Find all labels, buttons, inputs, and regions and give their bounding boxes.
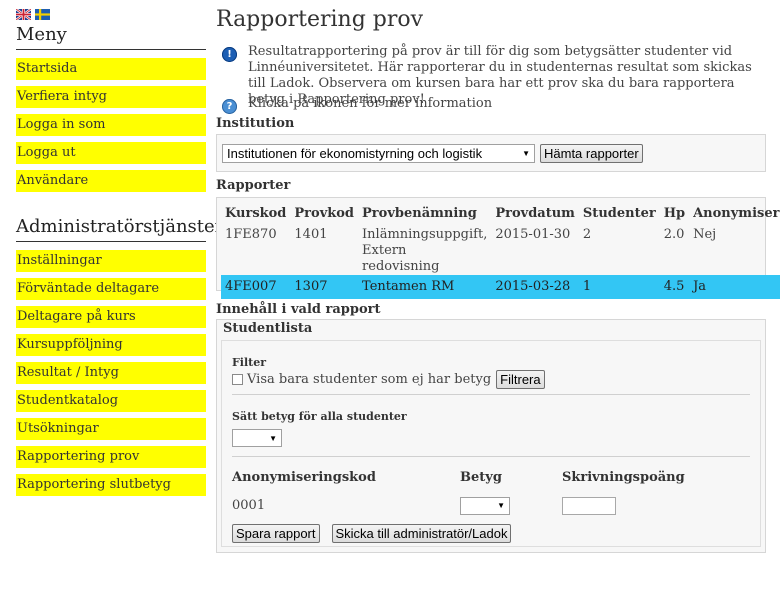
reports-header-row: Kurskod Provkod Provbenämning Provdatum …	[221, 201, 780, 225]
institution-select-value: Institutionen för ekonomistyrning och lo…	[227, 145, 483, 161]
menu-item-rapportering-prov[interactable]: Rapportering prov	[16, 446, 206, 468]
col-anonymiseringskod: Anonymiseringskod	[232, 470, 376, 485]
col-provkod: Provkod	[294, 205, 355, 221]
col-betyg: Betyg	[460, 470, 502, 485]
save-report-button[interactable]: Spara rapport	[232, 524, 320, 543]
divider	[232, 394, 750, 395]
menu-item-utsokningar[interactable]: Utsökningar	[16, 418, 206, 440]
cell-provdatum: 2015-03-28	[491, 275, 579, 299]
info-message: ! Resultatrapportering på prov är till f…	[222, 44, 766, 107]
sidebar: Meny Startsida Verfiera intyg Logga in s…	[16, 6, 223, 502]
unrated-only-checkbox[interactable]	[232, 373, 243, 385]
cell-provbenamning: Tentamen RM	[358, 275, 492, 299]
report-content-label: Innehåll i vald rapport	[216, 302, 381, 317]
menu-item-studentkatalog[interactable]: Studentkatalog	[16, 390, 206, 412]
menu-item-anvandare[interactable]: Användare	[16, 170, 206, 192]
cell-kurskod: 1FE870	[225, 227, 277, 242]
send-to-ladok-button[interactable]: Skicka till administratör/Ladok	[331, 524, 512, 543]
grade-select[interactable]: ▼	[460, 496, 510, 515]
reports-table: Kurskod Provkod Provbenämning Provdatum …	[221, 201, 780, 299]
menu-item-logga-ut[interactable]: Logga ut	[16, 142, 206, 164]
col-kurskod: Kurskod	[225, 205, 287, 221]
cell-provdatum: 2015-01-30	[495, 227, 571, 242]
grade-cell: ▼	[460, 496, 562, 515]
set-grade-all-row: ▼	[232, 429, 750, 451]
reports-panel: Kurskod Provkod Provbenämning Provdatum …	[216, 197, 780, 299]
cell-anonymiserad: Nej	[693, 227, 717, 242]
filter-label: Filter	[232, 356, 267, 369]
chevron-down-icon: ▼	[269, 433, 277, 443]
divider	[232, 456, 750, 457]
col-studenter: Studenter	[582, 205, 656, 221]
exclamation-icon: !	[222, 47, 237, 62]
report-content-panel: Studentlista Filter Visa bara studenter …	[216, 319, 766, 553]
student-code: 0001	[232, 498, 266, 513]
cell-studenter: 2	[582, 227, 592, 242]
uk-flag-icon[interactable]	[16, 8, 31, 20]
filter-button[interactable]: Filtrera	[496, 369, 545, 389]
menu-item-rapportering-slutbetyg[interactable]: Rapportering slutbetyg	[16, 474, 206, 496]
menu-heading: Meny	[16, 22, 206, 50]
fetch-reports-button[interactable]: Hämta rapporter	[540, 143, 643, 163]
filter-row: Visa bara studenter som ej har betyg Fil…	[232, 369, 750, 389]
institution-panel: Institutionen för ekonomistyrning och lo…	[216, 134, 766, 172]
cell-hp: 2.0	[663, 227, 685, 242]
cell-hp: 4.5	[659, 275, 690, 299]
student-table-header: Anonymiseringskod Betyg Skrivningspoäng	[232, 470, 750, 486]
cell-kurskod: 4FE007	[221, 275, 291, 299]
menu-item-installningar[interactable]: Inställningar	[16, 250, 206, 272]
swedish-flag-icon[interactable]	[35, 8, 50, 20]
cell-provbenamning-line2: Extern redovisning	[362, 243, 440, 274]
col-anonymiserad: Anonymiserad	[693, 205, 780, 221]
cell-provbenamning-line1: Inlämningsuppgift,	[362, 227, 488, 242]
cell-studenter: 1	[578, 275, 660, 299]
menu-item-resultat-intyg[interactable]: Resultat / Intyg	[16, 362, 206, 384]
main-content: Rapportering prov ! Resultatrapportering…	[216, 0, 780, 553]
score-input[interactable]	[562, 496, 616, 515]
cell-anonymiserad: Ja	[689, 275, 780, 299]
cell-provbenamning: Inlämningsuppgift, Extern redovisning	[358, 225, 491, 275]
studentlista-box: Filter Visa bara studenter som ej har be…	[221, 340, 761, 547]
chevron-down-icon: ▼	[522, 148, 530, 158]
menu-item-kursuppfoljning[interactable]: Kursuppföljning	[16, 334, 206, 356]
col-provdatum: Provdatum	[495, 205, 575, 221]
admin-heading: Administratörstjänster	[16, 214, 223, 242]
studentlista-heading: Studentlista	[223, 321, 313, 336]
chevron-down-icon: ▼	[497, 501, 505, 510]
page-title: Rapportering prov	[216, 7, 424, 32]
help-icon[interactable]: ?	[222, 99, 237, 114]
col-provbenamning: Provbenämning	[362, 205, 477, 221]
menu-item-startsida[interactable]: Startsida	[16, 58, 206, 80]
institution-select[interactable]: Institutionen för ekonomistyrning och lo…	[222, 143, 535, 163]
grade-all-select[interactable]: ▼	[232, 429, 282, 447]
action-buttons: Spara rapport Skicka till administratör/…	[232, 524, 750, 543]
col-skrivningspoang: Skrivningspoäng	[562, 470, 685, 485]
menu-item-verifiera-intyg[interactable]: Verfiera intyg	[16, 86, 206, 108]
menu-item-forvantade-deltagare[interactable]: Förväntade deltagare	[16, 278, 206, 300]
menu-item-deltagare-pa-kurs[interactable]: Deltagare på kurs	[16, 306, 206, 328]
menu-item-logga-in-som[interactable]: Logga in som	[16, 114, 206, 136]
cell-provkod: 1307	[290, 275, 359, 299]
language-switcher	[16, 6, 206, 22]
set-grade-all-label: Sätt betyg för alla studenter	[232, 410, 407, 423]
table-row[interactable]: 1FE870 1401 Inlämningsuppgift, Extern re…	[221, 225, 780, 275]
reports-label: Rapporter	[216, 178, 291, 193]
cell-provkod: 1401	[294, 227, 328, 242]
unrated-only-label: Visa bara studenter som ej har betyg	[247, 371, 492, 387]
institution-label: Institution	[216, 116, 295, 131]
table-row-selected[interactable]: 4FE007 1307 Tentamen RM 2015-03-28 1 4.5…	[221, 275, 780, 299]
table-row: 0001 ▼	[232, 496, 750, 515]
help-text: Klicka på ikonen för mer information	[248, 96, 493, 111]
col-hp: Hp	[663, 205, 686, 221]
